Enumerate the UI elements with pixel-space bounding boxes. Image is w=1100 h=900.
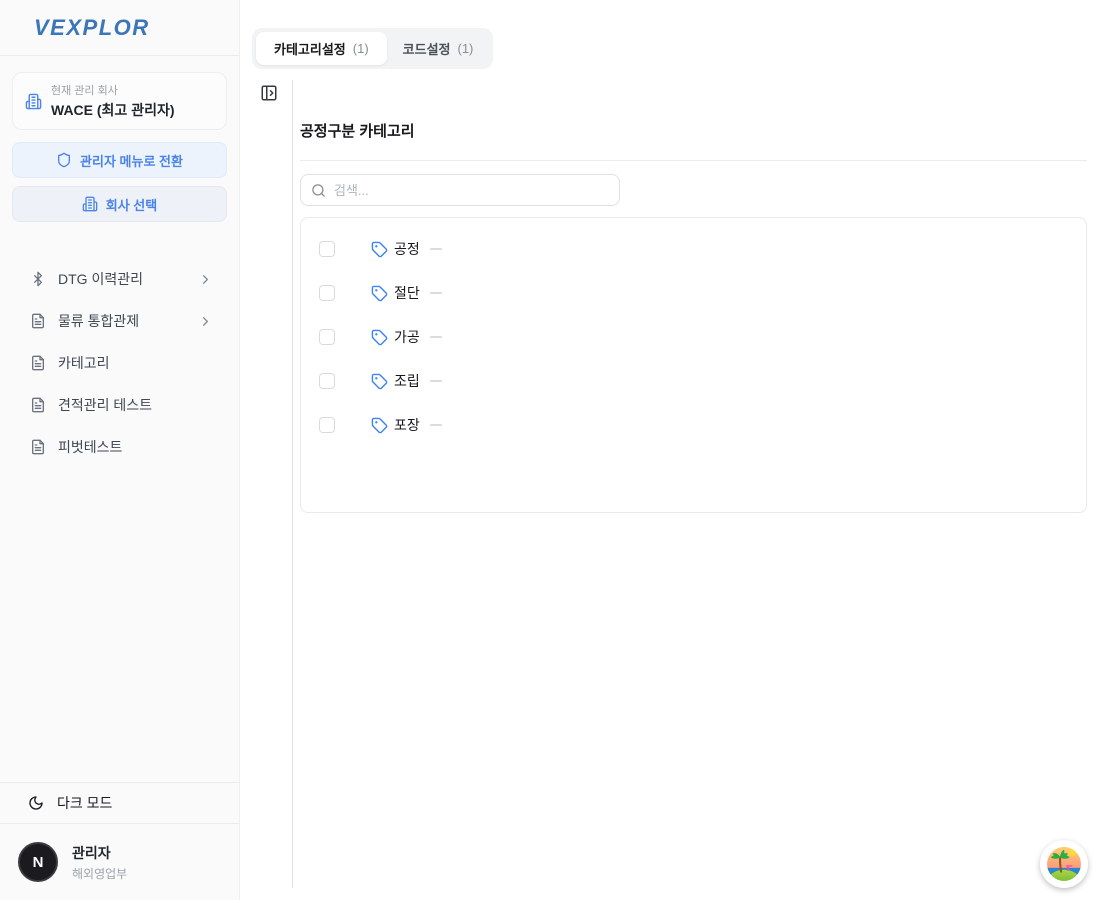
category-label[interactable]: 공정	[394, 239, 420, 259]
category-checkbox[interactable]	[319, 373, 335, 389]
dark-mode-toggle[interactable]: 다크 모드	[0, 782, 239, 824]
document-icon	[30, 439, 46, 455]
category-label[interactable]: 조립	[394, 371, 420, 391]
sidebar-nav-item-label: DTG 이력관리	[58, 269, 186, 289]
category-checkbox[interactable]	[319, 241, 335, 257]
document-icon	[30, 397, 46, 413]
sidebar-nav-item-label: 카테고리	[58, 353, 186, 373]
avatar: N	[18, 842, 58, 882]
vexplor-logo[interactable]: VEXPLOR	[34, 15, 150, 41]
search-input[interactable]	[334, 183, 609, 198]
island-widget-icon[interactable]	[1040, 840, 1088, 888]
title-divider	[300, 160, 1087, 161]
shield-icon	[56, 152, 72, 168]
admin-menu-switch-button[interactable]: 관리자 메뉴로 전환	[12, 142, 227, 178]
building-icon	[25, 93, 42, 110]
tag-icon	[371, 285, 388, 302]
company-select-button[interactable]: 회사 선택	[12, 186, 227, 222]
building-icon	[82, 196, 98, 212]
sidebar-nav-item[interactable]: 견적관리 테스트	[0, 384, 239, 426]
category-list-panel: 공정 절단 가공	[300, 217, 1087, 513]
category-row: 공정	[301, 227, 1086, 271]
dark-mode-label: 다크 모드	[57, 793, 112, 813]
category-label[interactable]: 절단	[394, 283, 420, 303]
sidebar-nav-item-label: 견적관리 테스트	[58, 395, 186, 415]
row-dash	[430, 292, 442, 294]
panel-left-open-icon[interactable]	[260, 84, 278, 102]
category-checkbox[interactable]	[319, 417, 335, 433]
company-name: WACE (최고 관리자)	[51, 100, 175, 120]
category-checkbox[interactable]	[319, 285, 335, 301]
sidebar-nav-item[interactable]: 피벗테스트	[0, 426, 239, 468]
document-icon	[30, 313, 46, 329]
category-row: 절단	[301, 271, 1086, 315]
category-row: 조립	[301, 359, 1086, 403]
main-area: 카테고리설정 (1) 코드설정 (1) 공정구분 카테고리 공정	[240, 0, 1100, 900]
bluetooth-icon	[30, 271, 46, 287]
admin-menu-switch-label: 관리자 메뉴로 전환	[80, 151, 183, 170]
sidebar-nav-item[interactable]: DTG 이력관리	[0, 258, 239, 300]
category-checkbox[interactable]	[319, 329, 335, 345]
tag-icon	[371, 241, 388, 258]
tag-icon	[371, 373, 388, 390]
moon-icon	[28, 795, 44, 811]
sidebar-nav-item-label: 물류 통합관제	[58, 311, 186, 331]
row-dash	[430, 248, 442, 250]
sidebar-nav-item[interactable]: 물류 통합관제	[0, 300, 239, 342]
document-icon	[30, 355, 46, 371]
sidebar: VEXPLOR 현재 관리 회사 WACE (최고 관리자) 관리자 메뉴로 전…	[0, 0, 240, 900]
row-dash	[430, 380, 442, 382]
row-dash	[430, 424, 442, 426]
chevron-right-icon	[198, 314, 213, 329]
category-label[interactable]: 가공	[394, 327, 420, 347]
category-search	[300, 174, 620, 206]
search-icon	[311, 183, 326, 198]
company-card-label: 현재 관리 회사	[51, 82, 175, 98]
user-department: 해외영업부	[72, 865, 127, 882]
tag-icon	[371, 417, 388, 434]
category-row: 포장	[301, 403, 1086, 447]
chevron-right-icon	[198, 272, 213, 287]
section-title: 공정구분 카테고리	[300, 120, 1087, 141]
content-vertical-divider	[292, 80, 293, 888]
current-company-card[interactable]: 현재 관리 회사 WACE (최고 관리자)	[12, 72, 227, 130]
row-dash	[430, 336, 442, 338]
user-profile[interactable]: N 관리자 해외영업부	[0, 824, 239, 900]
sidebar-nav: DTG 이력관리 물류 통합관제 카테고리	[0, 258, 239, 782]
category-label[interactable]: 포장	[394, 415, 420, 435]
category-row: 가공	[301, 315, 1086, 359]
sidebar-nav-item-label: 피벗테스트	[58, 437, 186, 457]
logo-area: VEXPLOR	[0, 0, 239, 56]
sidebar-nav-item[interactable]: 카테고리	[0, 342, 239, 384]
category-content: 공정구분 카테고리 공정 절단	[300, 0, 1087, 513]
company-select-label: 회사 선택	[106, 195, 157, 214]
tag-icon	[371, 329, 388, 346]
user-name: 관리자	[72, 843, 127, 863]
